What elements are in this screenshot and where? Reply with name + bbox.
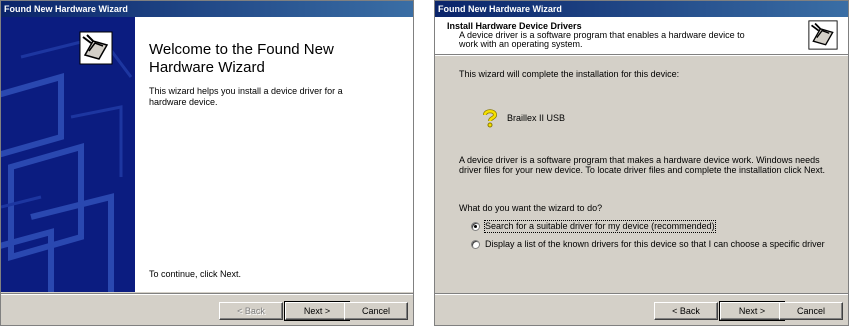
wizard-question: What do you want the wizard to do? — [459, 203, 603, 213]
install-drivers-wizard-window: Found New Hardware Wizard Install Hardwa… — [434, 0, 849, 326]
hardware-wizard-icon — [79, 31, 113, 65]
window-title: Found New Hardware Wizard — [435, 1, 848, 17]
radio-selected[interactable] — [471, 222, 480, 231]
option-display-list[interactable]: Display a list of the known drivers for … — [471, 239, 831, 250]
header-separator — [435, 54, 848, 56]
radio-unselected[interactable] — [471, 240, 480, 249]
option-label: Display a list of the known drivers for … — [485, 239, 825, 249]
welcome-wizard-window: Found New Hardware Wizard Welcome to the… — [0, 0, 414, 326]
next-button[interactable]: Next > — [284, 301, 350, 321]
next-button[interactable]: Next > — [719, 301, 785, 321]
intro-text: This wizard will complete the installati… — [459, 69, 680, 79]
device-name: Braillex II USB — [507, 113, 566, 123]
window-title: Found New Hardware Wizard — [1, 1, 413, 17]
header-description: A device driver is a software program th… — [459, 30, 745, 49]
welcome-title: Welcome to the Found New Hardware Wizard — [149, 41, 334, 76]
button-separator — [435, 293, 848, 295]
option-label: Search for a suitable driver for my devi… — [484, 220, 716, 233]
cancel-button[interactable]: Cancel — [344, 302, 408, 320]
driver-explanation: A device driver is a software program th… — [459, 155, 825, 175]
wizard-header: Install Hardware Device Drivers A device… — [435, 17, 848, 54]
cancel-button[interactable]: Cancel — [779, 302, 843, 320]
option-search-driver[interactable]: Search for a suitable driver for my devi… — [471, 220, 716, 233]
button-separator — [1, 293, 413, 295]
hardware-wizard-icon — [808, 20, 838, 50]
welcome-description: This wizard helps you install a device d… — [149, 86, 343, 107]
question-device-icon — [481, 108, 499, 128]
continue-instruction: To continue, click Next. — [149, 269, 242, 279]
back-button[interactable]: < Back — [219, 302, 283, 320]
back-button[interactable]: < Back — [654, 302, 718, 320]
welcome-content-panel: Welcome to the Found New Hardware Wizard… — [135, 17, 413, 292]
wizard-sidebar-graphic — [1, 17, 135, 292]
